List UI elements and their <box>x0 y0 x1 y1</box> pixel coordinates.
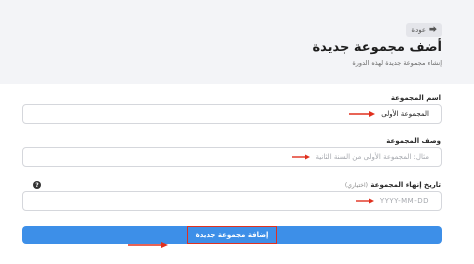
page-title: أضف مجموعة جديدة <box>312 40 442 55</box>
submit-highlight-box: إضافة مجموعة جديدة <box>186 226 278 244</box>
red-arrow-icon <box>128 233 168 252</box>
add-group-button[interactable]: إضافة مجموعة جديدة <box>22 226 442 244</box>
group-description-label: وصف المجموعة <box>386 137 441 145</box>
back-button-label: عودة <box>411 26 426 34</box>
red-arrow-icon <box>291 154 310 160</box>
page-subtitle: إنشاء مجموعة جديدة لهذه الدورة <box>352 59 442 67</box>
optional-tag: (اختياري) <box>344 182 368 189</box>
red-arrow-icon <box>349 111 376 117</box>
red-arrow-icon <box>355 198 374 204</box>
group-name-label: اسم المجموعة <box>390 94 441 102</box>
arrow-right-icon: ⮕ <box>429 25 437 34</box>
back-button[interactable]: ⮕ عودة <box>406 23 442 37</box>
add-group-button-label: إضافة مجموعة جديدة <box>195 231 269 239</box>
group-description-input[interactable]: مثال: المجموعة الأولى من السنة الثانية <box>22 147 442 167</box>
group-name-value: المجموعة الأولى <box>381 110 429 118</box>
end-date-label-text: تاريخ إنهاء المجموعة <box>370 181 441 189</box>
end-date-placeholder: YYYY-MM-DD <box>379 197 429 205</box>
end-date-label: تاريخ إنهاء المجموعة (اختياري) <box>345 181 441 189</box>
question-circle-icon[interactable]: ? <box>33 181 41 189</box>
group-name-input[interactable]: المجموعة الأولى <box>22 104 442 124</box>
end-date-input[interactable]: YYYY-MM-DD <box>22 191 442 211</box>
page-header: ⮕ عودة أضف مجموعة جديدة إنشاء مجموعة جدي… <box>0 0 474 84</box>
group-description-placeholder: مثال: المجموعة الأولى من السنة الثانية <box>315 153 430 161</box>
